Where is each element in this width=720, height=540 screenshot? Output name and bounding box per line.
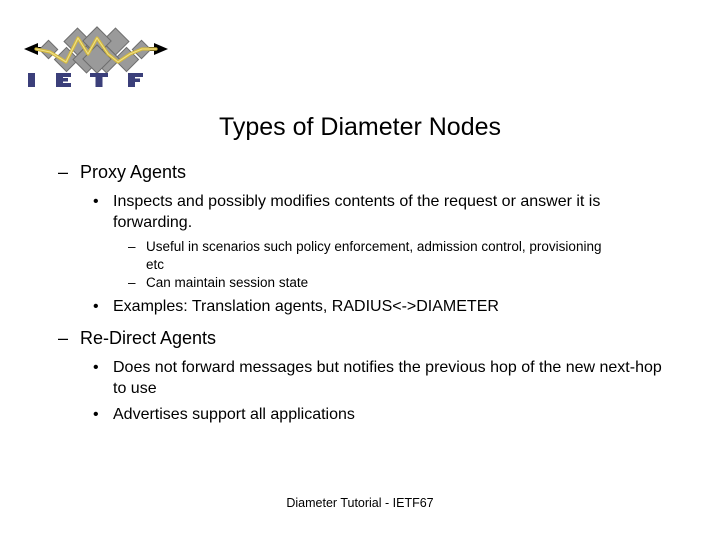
page-title: Types of Diameter Nodes — [218, 112, 502, 141]
bullet-marker-dot-icon: • — [93, 406, 99, 423]
ietf-logo-graphic — [24, 26, 168, 87]
list-item: • Inspects and possibly modifies content… — [0, 191, 720, 233]
slide-footer: Diameter Tutorial - IETF67 — [286, 496, 434, 510]
list-item-label: Useful in scenarios such policy enforcem… — [146, 239, 602, 272]
list-item: • Examples: Translation agents, RADIUS<-… — [0, 296, 720, 317]
list-item: – Useful in scenarios such policy enforc… — [0, 238, 720, 274]
list-item: • Advertises support all applications — [0, 404, 720, 425]
bullet-marker-dash-icon: – — [128, 239, 136, 254]
bullet-marker-dash-icon: – — [58, 162, 69, 182]
slide-body: – Proxy Agents • Inspects and possibly m… — [0, 160, 720, 426]
ietf-logo — [22, 18, 172, 88]
list-item: – Re-Direct Agents — [0, 326, 720, 351]
list-item-label: Does not forward messages but notifies t… — [113, 359, 662, 397]
bullet-marker-dash-icon: – — [128, 275, 136, 290]
logo-wordmark — [28, 73, 143, 87]
list-item-label: Can maintain session state — [146, 275, 309, 290]
bullet-marker-dot-icon: • — [93, 359, 99, 376]
list-item-label: Advertises support all applications — [113, 406, 355, 423]
list-item-label: Inspects and possibly modifies contents … — [113, 193, 601, 231]
bullet-marker-dot-icon: • — [93, 298, 99, 315]
logo-diamond-cluster — [38, 26, 152, 74]
bullet-marker-dash-icon: – — [58, 328, 69, 348]
bullet-marker-dot-icon: • — [93, 193, 99, 210]
list-item: • Does not forward messages but notifies… — [0, 357, 720, 399]
slide-canvas: Types of Diameter Nodes – Proxy Agents •… — [0, 0, 720, 540]
list-item-label: Re-Direct Agents — [80, 328, 217, 348]
list-item: – Can maintain session state — [0, 274, 720, 292]
list-item-label: Proxy Agents — [80, 162, 187, 182]
list-item: – Proxy Agents — [0, 160, 720, 185]
list-item-label: Examples: Translation agents, RADIUS<->D… — [113, 298, 499, 315]
